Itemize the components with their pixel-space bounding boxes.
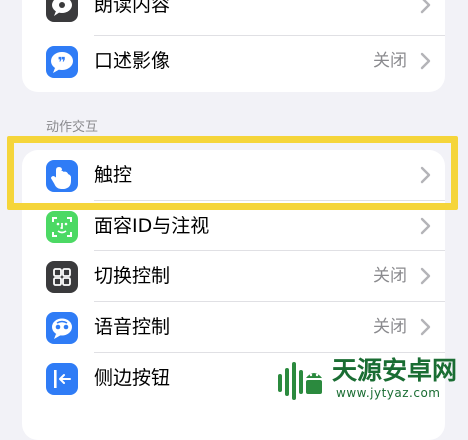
row-value: 关闭: [373, 51, 407, 71]
chevron-right-icon: [420, 267, 431, 285]
accessibility-group-vision: 朗读内容 ❞ 口述影像 关闭: [22, 0, 445, 92]
android-logo-icon: [278, 362, 322, 400]
row-label: 切换控制: [94, 265, 171, 287]
side-button-icon: [46, 363, 78, 395]
highlight-box: [7, 136, 458, 210]
watermark-title: 天源安卓网: [332, 356, 458, 385]
row-value: 关闭: [373, 266, 407, 286]
watermark-url: www.jytyaz.com: [336, 386, 441, 400]
chevron-right-icon: [420, 52, 431, 70]
speech-bubble-icon: [46, 0, 78, 22]
row-speak-content[interactable]: 朗读内容: [22, 0, 445, 30]
grid-icon: [46, 261, 78, 293]
quote-bubble-icon: ❞: [46, 46, 78, 78]
svg-text:❞: ❞: [58, 55, 66, 71]
row-label: 面容ID与注视: [94, 215, 210, 237]
row-label: 朗读内容: [94, 0, 171, 16]
watermark: 天源安卓网 www.jytyaz.com: [276, 356, 466, 406]
row-label: 语音控制: [94, 316, 171, 338]
row-value: 关闭: [373, 317, 407, 337]
row-label: 侧边按钮: [94, 367, 171, 389]
row-audio-descriptions[interactable]: ❞ 口述影像 关闭: [22, 36, 445, 86]
face-id-icon: [46, 211, 78, 243]
row-switch-control[interactable]: 切换控制 关闭: [22, 251, 445, 301]
section-header-interaction: 动作交互: [46, 120, 99, 135]
chevron-right-icon: [420, 0, 431, 14]
voice-control-icon: [46, 312, 78, 344]
chevron-right-icon: [420, 318, 431, 336]
row-label: 口述影像: [94, 50, 171, 72]
row-voice-control[interactable]: 语音控制 关闭: [22, 302, 445, 352]
chevron-right-icon: [420, 217, 431, 235]
